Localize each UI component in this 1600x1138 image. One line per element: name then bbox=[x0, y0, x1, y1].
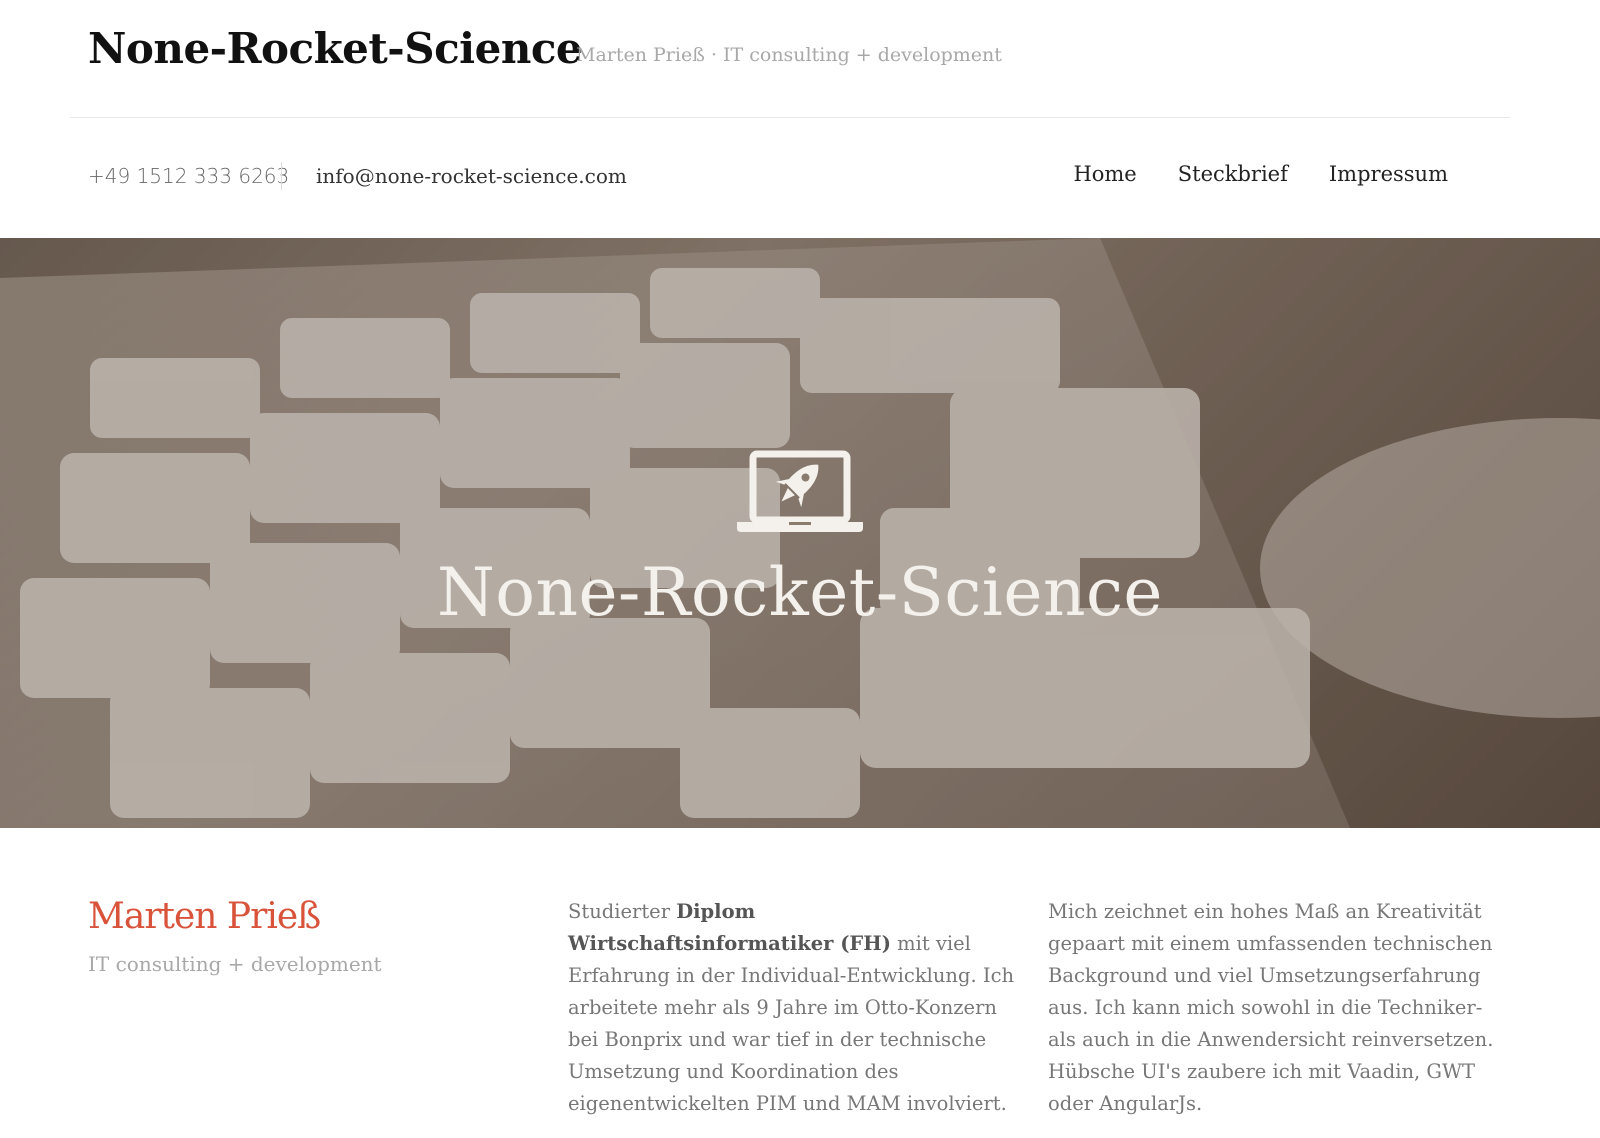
site-tagline: Marten Prieß · IT consulting + developme… bbox=[576, 44, 1002, 66]
laptop-rocket-icon bbox=[737, 450, 863, 532]
author-name: Marten Prieß bbox=[88, 896, 321, 937]
about-text-column-1: Studierter Diplom Wirtschaftsinformatike… bbox=[568, 896, 1018, 1120]
hero-banner: None-Rocket-Science bbox=[0, 238, 1600, 828]
hero-content: None-Rocket-Science bbox=[0, 450, 1600, 631]
contact-divider bbox=[281, 162, 282, 190]
hero-title: None-Rocket-Science bbox=[437, 554, 1163, 631]
about-text-column-2: Mich zeichnet ein hohes Maß an Kreativit… bbox=[1048, 900, 1494, 1115]
main-nav: Home Steckbrief Impressum bbox=[1073, 162, 1448, 186]
nav-impressum[interactable]: Impressum bbox=[1329, 162, 1448, 186]
about-col1-prefix: Studierter bbox=[568, 900, 677, 923]
email-link[interactable]: info@none-rocket-science.com bbox=[316, 164, 627, 188]
site-title[interactable]: None-Rocket-Science bbox=[88, 24, 583, 73]
author-tagline: IT consulting + development bbox=[88, 952, 382, 976]
nav-steckbrief[interactable]: Steckbrief bbox=[1178, 162, 1288, 186]
about-section: Marten Prieß IT consulting + development… bbox=[0, 828, 1600, 1138]
top-header: None-Rocket-Science Marten Prieß · IT co… bbox=[0, 0, 1600, 118]
contact-bar: +49 1512 333 6263 info@none-rocket-scien… bbox=[0, 118, 1600, 238]
about-col1-rest: mit viel Erfahrung in der Individual-Ent… bbox=[568, 932, 1015, 1115]
phone-number[interactable]: +49 1512 333 6263 bbox=[88, 164, 289, 188]
nav-home[interactable]: Home bbox=[1073, 162, 1136, 186]
